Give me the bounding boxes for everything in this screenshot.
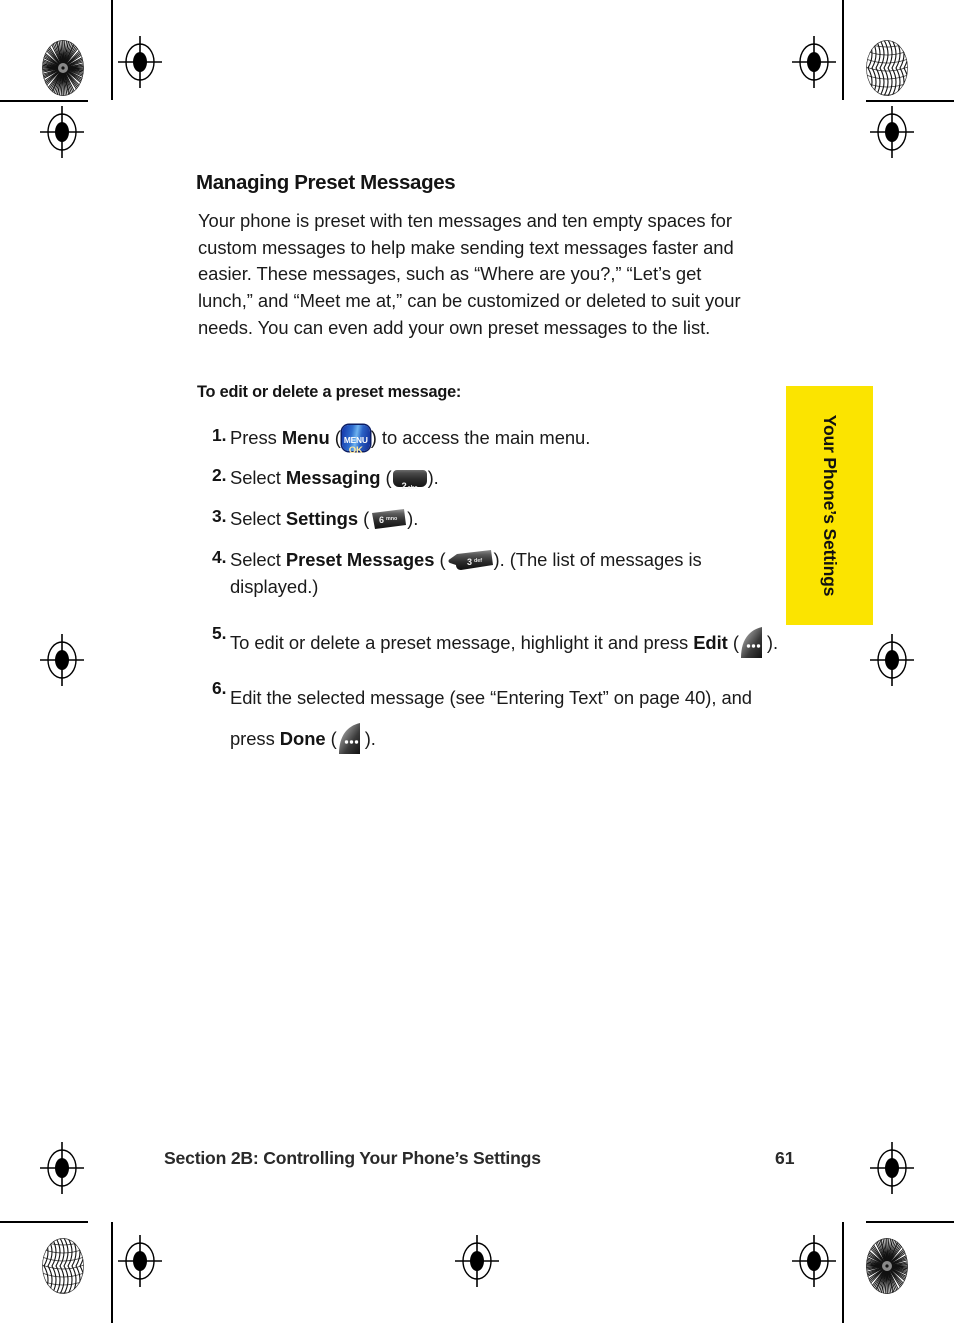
step-text-pre: Press bbox=[230, 427, 282, 448]
number-key-2-icon: 2 abc bbox=[392, 470, 427, 491]
step-emphasis: Settings bbox=[285, 508, 359, 529]
step-text: Select Preset Messages ( 3 def ). (The l… bbox=[230, 546, 786, 600]
number-key-2-label: 2 abc bbox=[401, 480, 418, 491]
step-text-post: ). bbox=[766, 632, 779, 653]
footer-page-number: 61 bbox=[775, 1148, 795, 1168]
step-text-pre: Select bbox=[230, 467, 286, 488]
step-text-pre: Select bbox=[230, 549, 286, 570]
step-text-mid: ( bbox=[380, 467, 392, 488]
list-item: 4. Select Preset Messages ( 3 def ). (Th… bbox=[196, 546, 786, 600]
step-number: 5. bbox=[212, 623, 227, 643]
menu-key-label-bottom: OK bbox=[348, 445, 363, 456]
step-text-mid: ( bbox=[434, 549, 446, 570]
intro-paragraph: Your phone is preset with ten messages a… bbox=[198, 210, 741, 338]
step-number: 1. bbox=[212, 425, 227, 445]
page-title: Managing Preset Messages bbox=[196, 171, 456, 194]
step-text-pre: To edit or delete a preset message, high… bbox=[230, 632, 694, 653]
page-content: Managing Preset Messages Your phone is p… bbox=[0, 0, 954, 1323]
menu-ok-key-icon: MENU OK bbox=[341, 425, 370, 456]
list-item: 1. Press Menu (MENU OK) to access the mai… bbox=[196, 424, 786, 456]
step-text-post: ). bbox=[364, 728, 376, 749]
step-text: Press Menu (MENU OK) to access the main m… bbox=[230, 424, 786, 456]
step-text: Select Messaging (2 abc). bbox=[230, 464, 786, 491]
number-key-6-letters: mno bbox=[386, 516, 398, 522]
number-key-6-digit: 6 bbox=[379, 515, 384, 525]
section-thumb-tab-label: Your Phone’s Settings bbox=[820, 414, 840, 597]
step-text-mid: ( bbox=[727, 632, 739, 653]
step-text: Select Settings ( 6 mno ). bbox=[230, 505, 786, 532]
number-key-3-icon: 3 def bbox=[447, 549, 493, 571]
step-text-post: ). bbox=[407, 508, 419, 529]
step-text: To edit or delete a preset message, high… bbox=[230, 616, 786, 663]
step-text-mid: ( bbox=[358, 508, 370, 529]
step-emphasis: Done bbox=[279, 728, 326, 749]
procedure-step-list: 1. Press Menu (MENU OK) to access the mai… bbox=[196, 424, 786, 771]
step-emphasis: Messaging bbox=[285, 467, 381, 488]
number-key-3-letters: def bbox=[474, 558, 482, 564]
step-text-mid: ( bbox=[329, 427, 341, 448]
step-emphasis: Preset Messages bbox=[285, 549, 435, 570]
softkey-dots-icon bbox=[740, 627, 765, 659]
list-item: 3. Select Settings ( 6 mno ). bbox=[196, 505, 786, 532]
step-text-pre: Select bbox=[230, 508, 286, 529]
footer-section-title: Section 2B: Controlling Your Phone’s Set… bbox=[164, 1148, 541, 1168]
step-text: Edit the selected message (see “Entering… bbox=[230, 671, 786, 759]
number-key-3-digit: 3 bbox=[467, 557, 472, 567]
step-text-post: ) to access the main menu. bbox=[370, 427, 591, 448]
section-thumb-tab: Your Phone’s Settings bbox=[786, 386, 873, 625]
manual-page: Managing Preset Messages Your phone is p… bbox=[0, 0, 954, 1323]
step-emphasis: Menu bbox=[281, 427, 330, 448]
list-item: 2. Select Messaging (2 abc). bbox=[196, 464, 786, 491]
procedure-subheading: To edit or delete a preset message: bbox=[197, 383, 462, 401]
number-key-6-icon: 6 mno bbox=[370, 509, 407, 529]
step-number: 3. bbox=[212, 506, 227, 526]
list-item: 5. To edit or delete a preset message, h… bbox=[196, 616, 786, 663]
step-text-mid: ( bbox=[325, 728, 337, 749]
step-number: 4. bbox=[212, 547, 227, 567]
list-item: 6. Edit the selected message (see “Enter… bbox=[196, 671, 786, 759]
softkey-dots-icon bbox=[338, 723, 363, 755]
step-text-post: ). bbox=[427, 467, 439, 488]
step-number: 2. bbox=[212, 465, 227, 485]
step-emphasis: Edit bbox=[693, 632, 728, 653]
step-number: 6. bbox=[212, 678, 227, 698]
